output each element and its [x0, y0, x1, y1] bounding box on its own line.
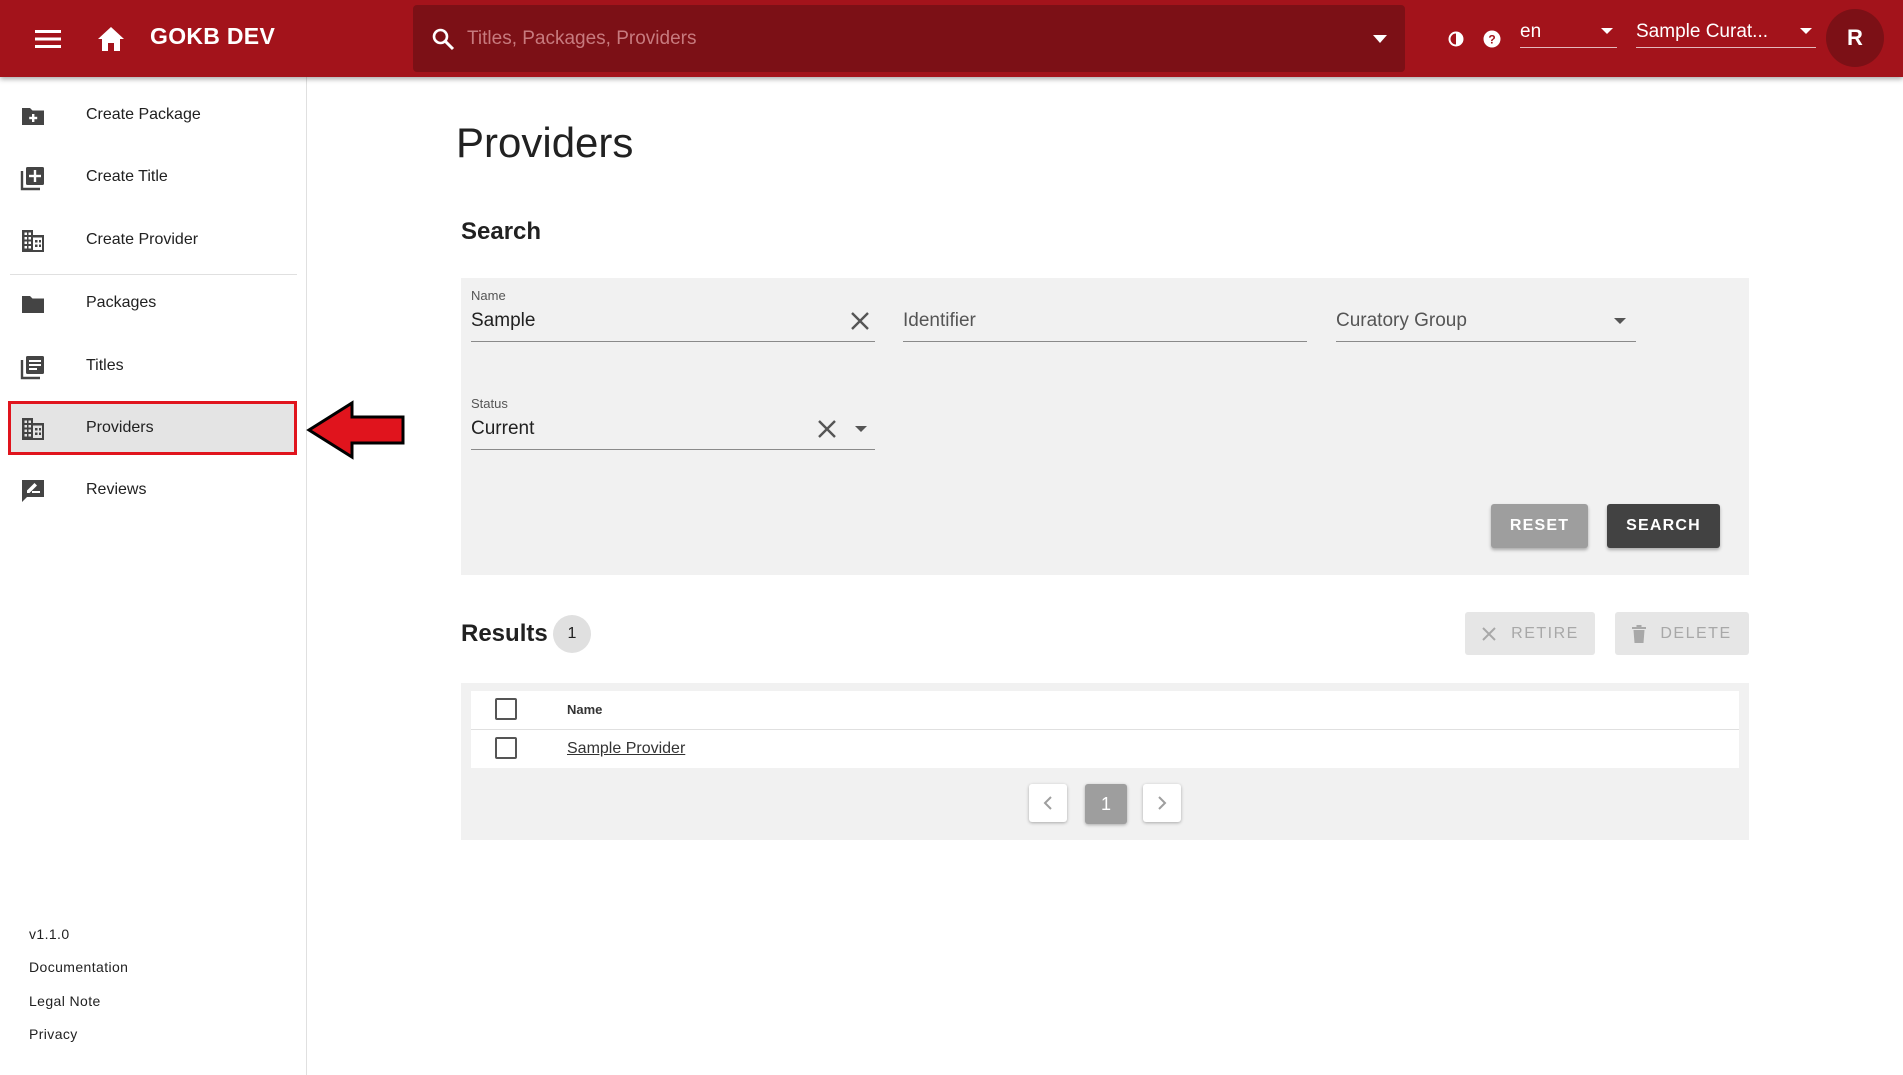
- provider-link[interactable]: Sample Provider: [567, 740, 685, 758]
- table-header-row: Name: [471, 691, 1739, 730]
- search-button[interactable]: SEARCH: [1607, 504, 1720, 548]
- retire-button-label: RETIRE: [1511, 624, 1579, 642]
- status-field[interactable]: Status Current: [471, 396, 875, 450]
- home-icon[interactable]: [92, 20, 130, 58]
- close-icon[interactable]: [849, 310, 871, 332]
- sidebar-item-create-title[interactable]: Create Title: [10, 152, 296, 202]
- search-icon: [431, 27, 455, 51]
- chevron-left-icon: [1043, 796, 1053, 810]
- domain-icon: [20, 228, 46, 254]
- reset-button[interactable]: RESET: [1491, 504, 1588, 548]
- status-field-value[interactable]: Current: [471, 418, 534, 440]
- sidebar-item-providers[interactable]: Providers: [10, 403, 296, 453]
- privacy-link[interactable]: Privacy: [29, 1026, 78, 1042]
- sidebar-item-label: Reviews: [86, 481, 147, 498]
- global-search-input[interactable]: [465, 26, 1373, 51]
- sidebar-item-titles[interactable]: Titles: [10, 341, 296, 391]
- folder-icon: [20, 291, 46, 317]
- chevron-down-icon: [1800, 28, 1812, 34]
- close-icon[interactable]: [816, 418, 838, 440]
- delete-button[interactable]: DELETE: [1615, 612, 1749, 655]
- user-value: Sample Curat...: [1636, 21, 1768, 42]
- help-icon[interactable]: ?: [1480, 27, 1504, 51]
- sidebar-item-label: Providers: [86, 419, 154, 436]
- app-bar: GOKB DEV ? en Sample Curat... R: [0, 0, 1903, 77]
- name-field-value[interactable]: Sample: [471, 310, 535, 332]
- current-page-button[interactable]: 1: [1085, 784, 1127, 824]
- language-value: en: [1520, 21, 1542, 42]
- sidebar-item-label: Create Title: [86, 168, 168, 185]
- chevron-right-icon: [1157, 796, 1167, 810]
- avatar[interactable]: R: [1826, 9, 1884, 67]
- rate-review-icon: [20, 478, 46, 504]
- results-panel: Name Sample Provider 1: [461, 683, 1749, 840]
- contrast-icon[interactable]: [1444, 27, 1468, 51]
- chevron-down-icon[interactable]: [855, 426, 867, 432]
- name-field-label: Name: [471, 288, 506, 303]
- chevron-down-icon[interactable]: [1373, 34, 1387, 43]
- sidebar-item-label: Create Provider: [86, 231, 199, 248]
- curatory-group-placeholder: Curatory Group: [1336, 310, 1467, 331]
- results-count-badge: 1: [553, 615, 591, 653]
- sidebar-item-create-provider[interactable]: Create Provider: [10, 215, 296, 265]
- svg-text:?: ?: [1488, 33, 1495, 47]
- version-label: v1.1.0: [29, 926, 70, 942]
- sidebar-item-label: Titles: [86, 357, 124, 374]
- library-books-icon: [20, 354, 46, 380]
- language-select[interactable]: en: [1520, 18, 1617, 48]
- curatory-group-field[interactable]: Curatory Group: [1336, 288, 1636, 342]
- status-field-label: Status: [471, 396, 508, 411]
- results-table: Name Sample Provider: [471, 691, 1739, 768]
- create-package-icon: [20, 103, 46, 129]
- close-icon: [1481, 626, 1497, 642]
- previous-page-button[interactable]: [1029, 784, 1067, 822]
- trash-icon: [1632, 624, 1647, 643]
- search-section-title: Search: [461, 218, 542, 245]
- global-search: [413, 5, 1405, 72]
- name-field[interactable]: Name Sample: [471, 288, 875, 342]
- sidebar-item-reviews[interactable]: Reviews: [10, 465, 296, 515]
- documentation-link[interactable]: Documentation: [29, 959, 128, 975]
- menu-icon[interactable]: [30, 22, 66, 56]
- library-add-icon: [20, 165, 46, 191]
- row-checkbox[interactable]: [495, 737, 517, 759]
- domain-icon: [20, 416, 46, 442]
- table-row: Sample Provider: [471, 730, 1739, 768]
- sidebar: Create Package Create Title Create Provi…: [0, 77, 307, 1075]
- chevron-down-icon: [1601, 28, 1613, 34]
- select-all-checkbox[interactable]: [495, 698, 517, 720]
- sidebar-item-packages[interactable]: Packages: [10, 278, 296, 328]
- sidebar-divider: [10, 274, 297, 275]
- identifier-field[interactable]: Identifier: [903, 288, 1307, 342]
- chevron-down-icon[interactable]: [1614, 318, 1626, 324]
- identifier-placeholder: Identifier: [903, 310, 976, 331]
- results-section-title: Results: [461, 620, 548, 647]
- curatory-group-select[interactable]: Sample Curat...: [1636, 18, 1816, 48]
- sidebar-item-create-package[interactable]: Create Package: [10, 90, 296, 140]
- arrow-annotation: [306, 400, 406, 460]
- next-page-button[interactable]: [1143, 784, 1181, 822]
- column-header-name[interactable]: Name: [567, 702, 602, 717]
- app-title[interactable]: GOKB DEV: [150, 23, 275, 50]
- page-title: Providers: [456, 119, 634, 166]
- retire-button[interactable]: RETIRE: [1465, 612, 1595, 655]
- sidebar-item-label: Packages: [86, 294, 157, 311]
- delete-button-label: DELETE: [1660, 624, 1732, 642]
- legal-note-link[interactable]: Legal Note: [29, 993, 101, 1009]
- sidebar-item-label: Create Package: [86, 106, 201, 123]
